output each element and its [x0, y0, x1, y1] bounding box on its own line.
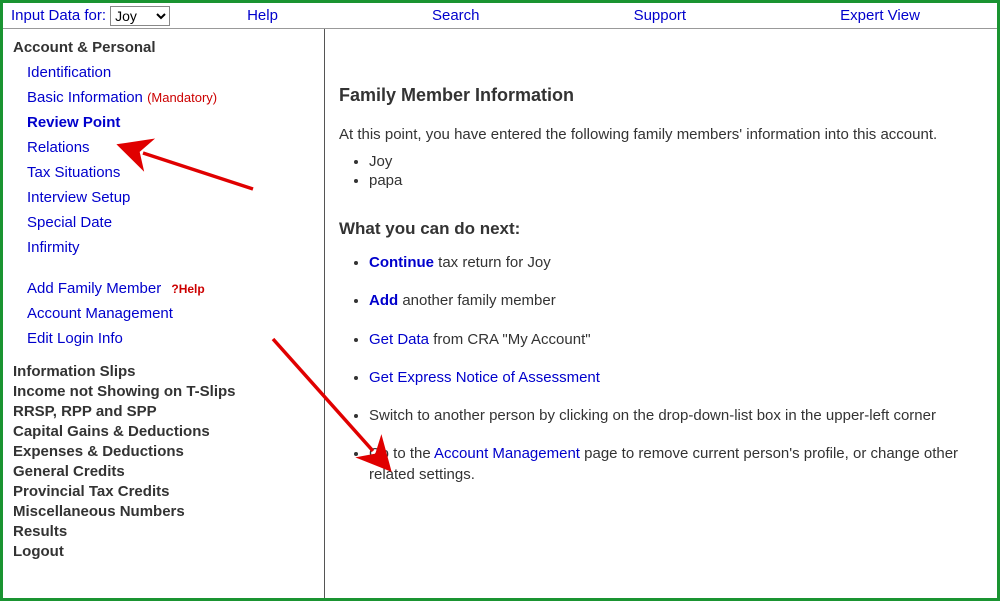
- sidebar-item-relations[interactable]: Relations: [27, 135, 318, 160]
- sidebar-item-identification[interactable]: Identification: [27, 60, 318, 85]
- page-title: Family Member Information: [339, 85, 989, 106]
- nav-search[interactable]: Search: [432, 7, 480, 24]
- get-data-link[interactable]: Get Data: [369, 331, 429, 348]
- section-income-not-tslips[interactable]: Income not Showing on T-Slips: [13, 383, 318, 400]
- main-content: Family Member Information At this point,…: [325, 29, 997, 598]
- sidebar-item-edit-login-info[interactable]: Edit Login Info: [27, 326, 318, 351]
- nav-expert-view[interactable]: Expert View: [840, 7, 920, 24]
- sidebar-item-add-family-member[interactable]: Add Family Member ?Help: [27, 276, 318, 301]
- top-nav: Help Search Support Expert View: [170, 7, 997, 24]
- section-provincial-credits[interactable]: Provincial Tax Credits: [13, 483, 318, 500]
- subtitle: What you can do next:: [339, 219, 989, 239]
- sidebar-item-review-point[interactable]: Review Point: [27, 110, 318, 135]
- section-capital-gains[interactable]: Capital Gains & Deductions: [13, 423, 318, 440]
- actions-list: Continue tax return for Joy Add another …: [369, 253, 989, 485]
- section-general-credits[interactable]: General Credits: [13, 463, 318, 480]
- action-switch-person: Switch to another person by clicking on …: [369, 406, 989, 426]
- intro-text: At this point, you have entered the foll…: [339, 126, 989, 143]
- family-member: papa: [369, 172, 989, 189]
- family-member: Joy: [369, 153, 989, 170]
- action-account-mgmt: Go to the Account Management page to rem…: [369, 444, 989, 485]
- section-information-slips[interactable]: Information Slips: [13, 363, 318, 380]
- nav-help[interactable]: Help: [247, 7, 278, 24]
- person-select[interactable]: Joy: [110, 6, 170, 26]
- top-bar: Input Data for: Joy Help Search Support …: [3, 3, 997, 29]
- section-expenses[interactable]: Expenses & Deductions: [13, 443, 318, 460]
- action-continue: Continue tax return for Joy: [369, 253, 989, 273]
- sidebar: Account & Personal Identification Basic …: [3, 29, 325, 598]
- family-list: Joy papa: [369, 153, 989, 189]
- section-rrsp[interactable]: RRSP, RPP and SPP: [13, 403, 318, 420]
- continue-link[interactable]: Continue: [369, 254, 434, 271]
- nav-support[interactable]: Support: [634, 7, 687, 24]
- section-misc-numbers[interactable]: Miscellaneous Numbers: [13, 503, 318, 520]
- sidebar-item-special-date[interactable]: Special Date: [27, 210, 318, 235]
- sidebar-item-basic-information[interactable]: Basic Information (Mandatory): [27, 85, 318, 110]
- section-logout[interactable]: Logout: [13, 543, 318, 560]
- mandatory-tag: (Mandatory): [147, 90, 217, 105]
- sidebar-item-infirmity[interactable]: Infirmity: [27, 235, 318, 260]
- sidebar-item-account-management[interactable]: Account Management: [27, 301, 318, 326]
- sidebar-item-interview-setup[interactable]: Interview Setup: [27, 185, 318, 210]
- add-link[interactable]: Add: [369, 292, 398, 309]
- action-get-noa: Get Express Notice of Assessment: [369, 368, 989, 388]
- input-data-label: Input Data for:: [3, 7, 110, 24]
- sidebar-item-tax-situations[interactable]: Tax Situations: [27, 160, 318, 185]
- section-results[interactable]: Results: [13, 523, 318, 540]
- account-management-link[interactable]: Account Management: [434, 445, 580, 462]
- section-account-personal[interactable]: Account & Personal: [13, 39, 318, 56]
- get-noa-link[interactable]: Get Express Notice of Assessment: [369, 369, 600, 386]
- action-get-data: Get Data from CRA "My Account": [369, 330, 989, 350]
- action-add: Add another family member: [369, 291, 989, 311]
- help-icon[interactable]: ?Help: [171, 282, 204, 296]
